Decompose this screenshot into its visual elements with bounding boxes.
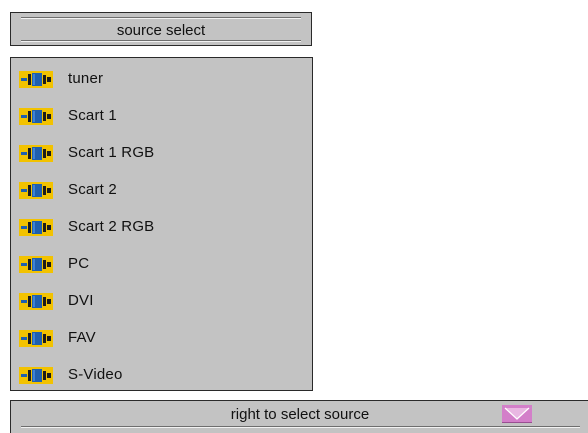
source-connector-icon xyxy=(19,330,53,347)
source-item-label: DVI xyxy=(68,292,94,309)
source-item[interactable]: PC xyxy=(11,246,312,283)
source-item-label: tuner xyxy=(68,70,104,87)
down-arrow-icon[interactable] xyxy=(502,405,532,423)
hint-bottom-rule xyxy=(21,426,580,428)
source-item[interactable]: FAV xyxy=(11,320,312,357)
source-item[interactable]: Scart 1 xyxy=(11,98,312,135)
source-connector-icon xyxy=(19,219,53,236)
source-item-label: Scart 1 RGB xyxy=(68,144,155,161)
title-bottom-rule xyxy=(21,40,301,42)
source-item-label: PC xyxy=(68,255,90,272)
source-item-label: Scart 1 xyxy=(68,107,117,124)
source-connector-icon xyxy=(19,108,53,125)
title-panel: source select xyxy=(10,12,312,46)
source-item-label: FAV xyxy=(68,329,96,346)
source-connector-icon xyxy=(19,71,53,88)
source-item[interactable]: tuner xyxy=(11,61,312,98)
source-connector-icon xyxy=(19,256,53,273)
source-connector-icon xyxy=(19,145,53,162)
source-item-label: Scart 2 RGB xyxy=(68,218,155,235)
source-item[interactable]: Scart 2 RGB xyxy=(11,209,312,246)
hint-bar: right to select source xyxy=(10,400,588,433)
source-item-label: Scart 2 xyxy=(68,181,117,198)
source-item-label: S-Video xyxy=(68,366,123,383)
source-connector-icon xyxy=(19,367,53,384)
source-item[interactable]: DVI xyxy=(11,283,312,320)
source-connector-icon xyxy=(19,182,53,199)
page-title: source select xyxy=(116,22,206,39)
source-list: tuner Scart 1 Scart 1 RGB Scart 2 Scart 2 RG… xyxy=(10,57,313,391)
source-connector-icon xyxy=(19,293,53,310)
source-item[interactable]: Scart 2 xyxy=(11,172,312,209)
source-item[interactable]: S-Video xyxy=(11,357,312,394)
source-item[interactable]: Scart 1 RGB xyxy=(11,135,312,172)
title-top-rule xyxy=(21,17,301,19)
